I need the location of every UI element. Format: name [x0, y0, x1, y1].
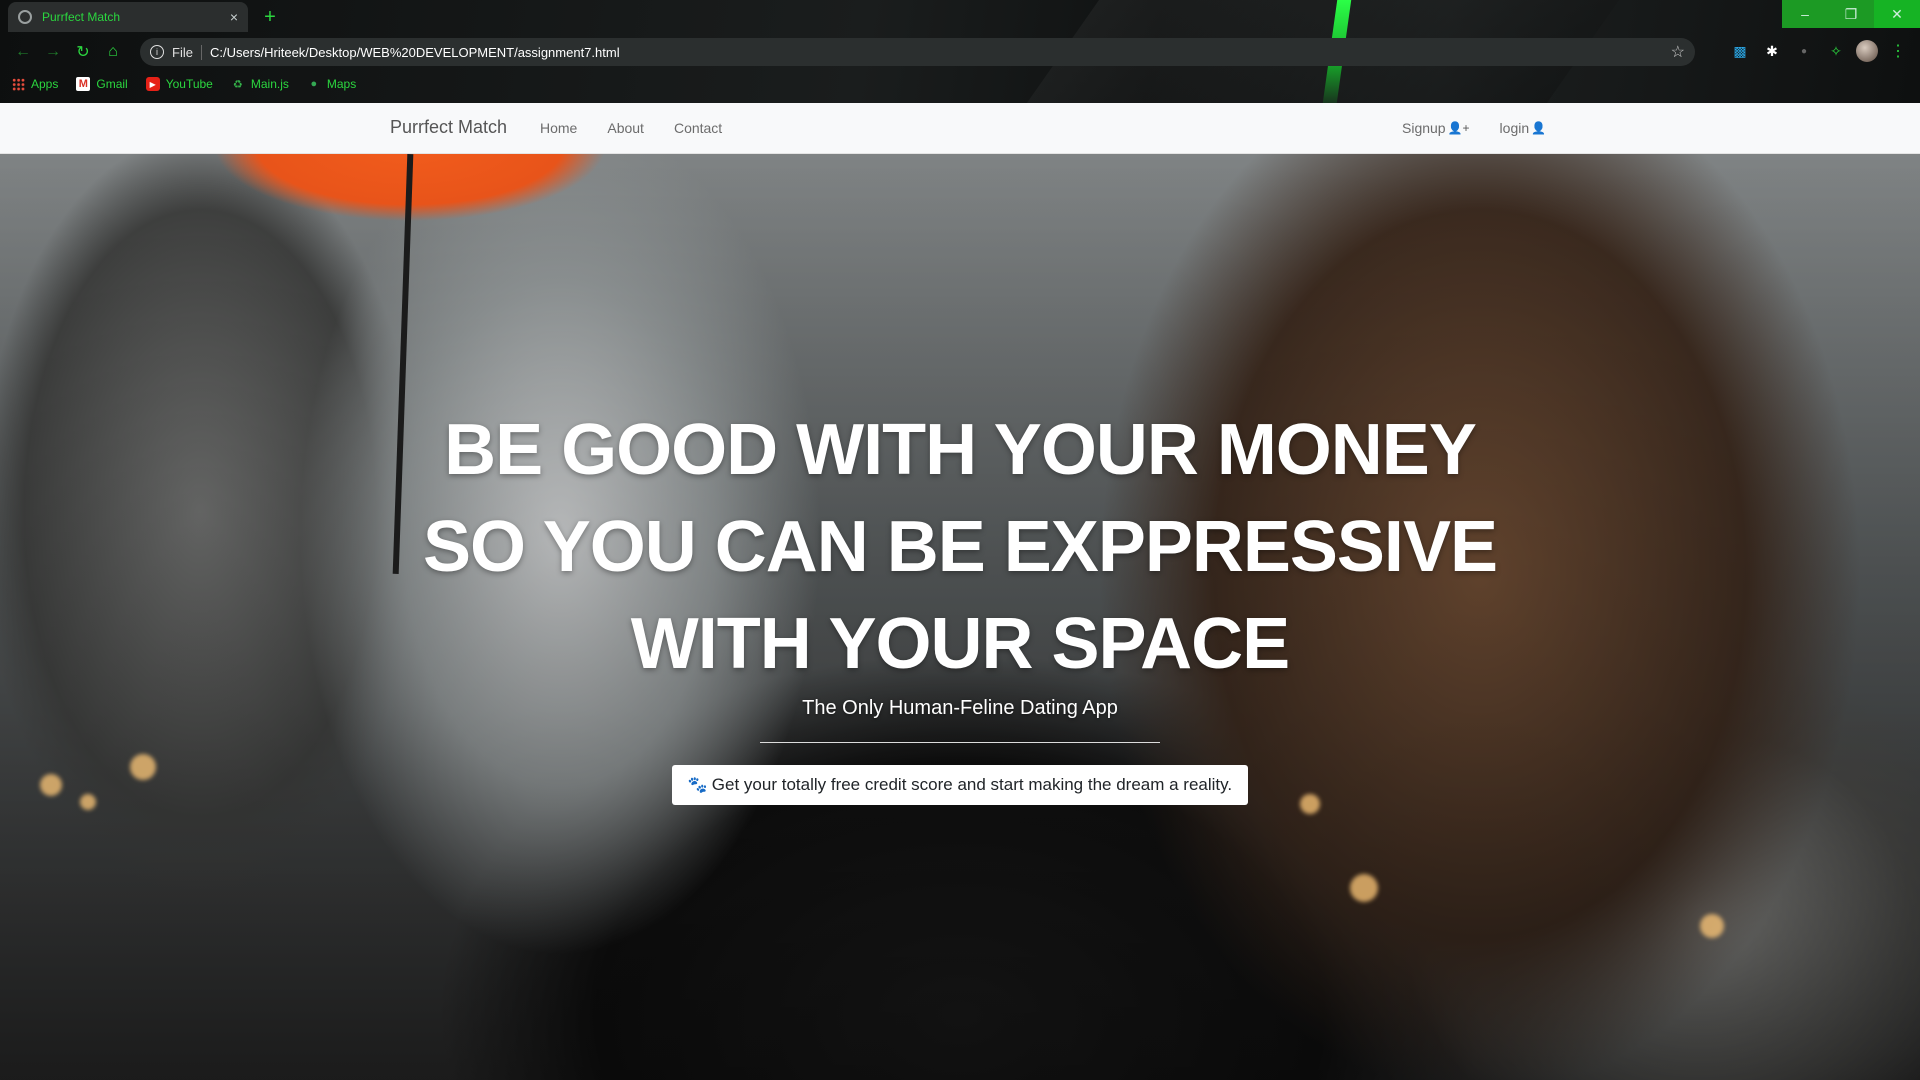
signup-label: Signup: [1402, 120, 1446, 136]
bookmark-apps[interactable]: Apps: [12, 77, 58, 91]
bookmark-label: YouTube: [165, 77, 213, 91]
url-text[interactable]: C:/Users/Hriteek/Desktop/WEB%20DEVELOPME…: [210, 45, 1671, 60]
bokeh-light: [1700, 914, 1724, 938]
nav-contact[interactable]: Contact: [674, 120, 722, 136]
hero-headline: BE GOOD WITH YOUR MONEY SO YOU CAN BE EX…: [0, 402, 1920, 693]
signup-link[interactable]: Signup 👤+: [1402, 120, 1470, 136]
puzzle-extensions-icon[interactable]: ✧: [1824, 39, 1848, 63]
hero-divider: [760, 742, 1160, 743]
web-page: Purrfect Match Home About Contact Signup…: [0, 103, 1920, 1080]
address-bar[interactable]: i File C:/Users/Hriteek/Desktop/WEB%20DE…: [140, 38, 1695, 66]
bookmark-maps[interactable]: ● Maps: [307, 77, 357, 91]
restore-button[interactable]: ❐: [1828, 0, 1874, 28]
apps-grid-icon: [12, 77, 25, 91]
headline-line: SO YOU CAN BE EXPPRESSIVE: [423, 507, 1498, 587]
hero-content: BE GOOD WITH YOUR MONEY SO YOU CAN BE EX…: [0, 402, 1920, 805]
bookmark-label: Maps: [326, 77, 357, 91]
paw-icon: 🐾: [687, 777, 708, 794]
tab-title: Purrfect Match: [42, 10, 121, 24]
bokeh-light: [1350, 874, 1378, 902]
minimize-button[interactable]: –: [1782, 0, 1828, 28]
browser-toolbar: ← → ↻ ⌂ i File C:/Users/Hriteek/Desktop/…: [0, 37, 1920, 67]
forward-arrow-icon[interactable]: →: [38, 37, 68, 67]
cta-label: Get your totally free credit score and s…: [711, 775, 1233, 794]
bookmarks-bar: Apps M Gmail ▶ YouTube ♻ Main.js ● Maps: [12, 73, 356, 95]
browser-chrome: Purrfect Match × + – ❐ ✕ ← → ↻ ⌂ i File …: [0, 0, 1920, 103]
user-icon: 👤: [1531, 121, 1547, 135]
kebab-menu-icon[interactable]: ⋮: [1886, 39, 1910, 63]
maps-pin-icon: ●: [310, 78, 318, 90]
window-controls: – ❐ ✕: [1782, 0, 1920, 28]
brand-logo[interactable]: Purrfect Match: [390, 117, 507, 138]
cta-button[interactable]: 🐾 Get your totally free credit score and…: [671, 765, 1249, 805]
site-navbar: Purrfect Match Home About Contact Signup…: [0, 103, 1920, 154]
bookmark-gmail[interactable]: M Gmail: [76, 77, 128, 91]
hero-section: BE GOOD WITH YOUR MONEY SO YOU CAN BE EX…: [0, 154, 1920, 1080]
browser-tab[interactable]: Purrfect Match ×: [8, 2, 248, 32]
back-arrow-icon[interactable]: ←: [8, 37, 38, 67]
settings-extension-icon[interactable]: ✱: [1760, 39, 1784, 63]
nav-about[interactable]: About: [607, 120, 644, 136]
bookmark-star-icon[interactable]: ☆: [1671, 42, 1685, 62]
nav-home[interactable]: Home: [540, 120, 577, 136]
headline-line: BE GOOD WITH YOUR MONEY: [444, 410, 1477, 490]
inactive-extension-icon[interactable]: ●: [1792, 39, 1816, 63]
login-link[interactable]: login 👤: [1500, 120, 1547, 136]
bookmark-label: Main.js: [250, 77, 289, 91]
close-window-button[interactable]: ✕: [1874, 0, 1920, 28]
youtube-icon: ▶: [145, 77, 160, 91]
hero-subheading: The Only Human-Feline Dating App: [802, 697, 1118, 719]
mainjs-icon: ♻: [232, 78, 243, 91]
reload-icon[interactable]: ↻: [68, 37, 98, 67]
extensions-area: ▩ ✱ ● ✧ ⋮: [1728, 39, 1910, 63]
nav-links: Home About Contact: [540, 120, 722, 136]
info-icon[interactable]: i: [150, 45, 164, 59]
close-tab-icon[interactable]: ×: [230, 9, 238, 25]
translate-extension-icon[interactable]: ▩: [1728, 39, 1752, 63]
nav-auth-links: Signup 👤+ login 👤: [1402, 120, 1546, 136]
headline-line: WITH YOUR SPACE: [630, 604, 1290, 684]
bookmark-label: Apps: [31, 77, 59, 91]
globe-icon: [18, 10, 32, 24]
user-plus-icon: 👤+: [1447, 121, 1470, 135]
url-scheme-label: File: [172, 44, 202, 60]
gmail-icon: M: [76, 77, 91, 91]
bookmark-youtube[interactable]: ▶ YouTube: [145, 77, 213, 91]
bookmark-label: Gmail: [96, 77, 128, 91]
new-tab-button[interactable]: +: [256, 4, 284, 30]
profile-avatar[interactable]: [1856, 40, 1878, 62]
login-label: login: [1499, 120, 1530, 136]
home-icon[interactable]: ⌂: [98, 37, 128, 67]
bookmark-mainjs[interactable]: ♻ Main.js: [231, 77, 289, 91]
